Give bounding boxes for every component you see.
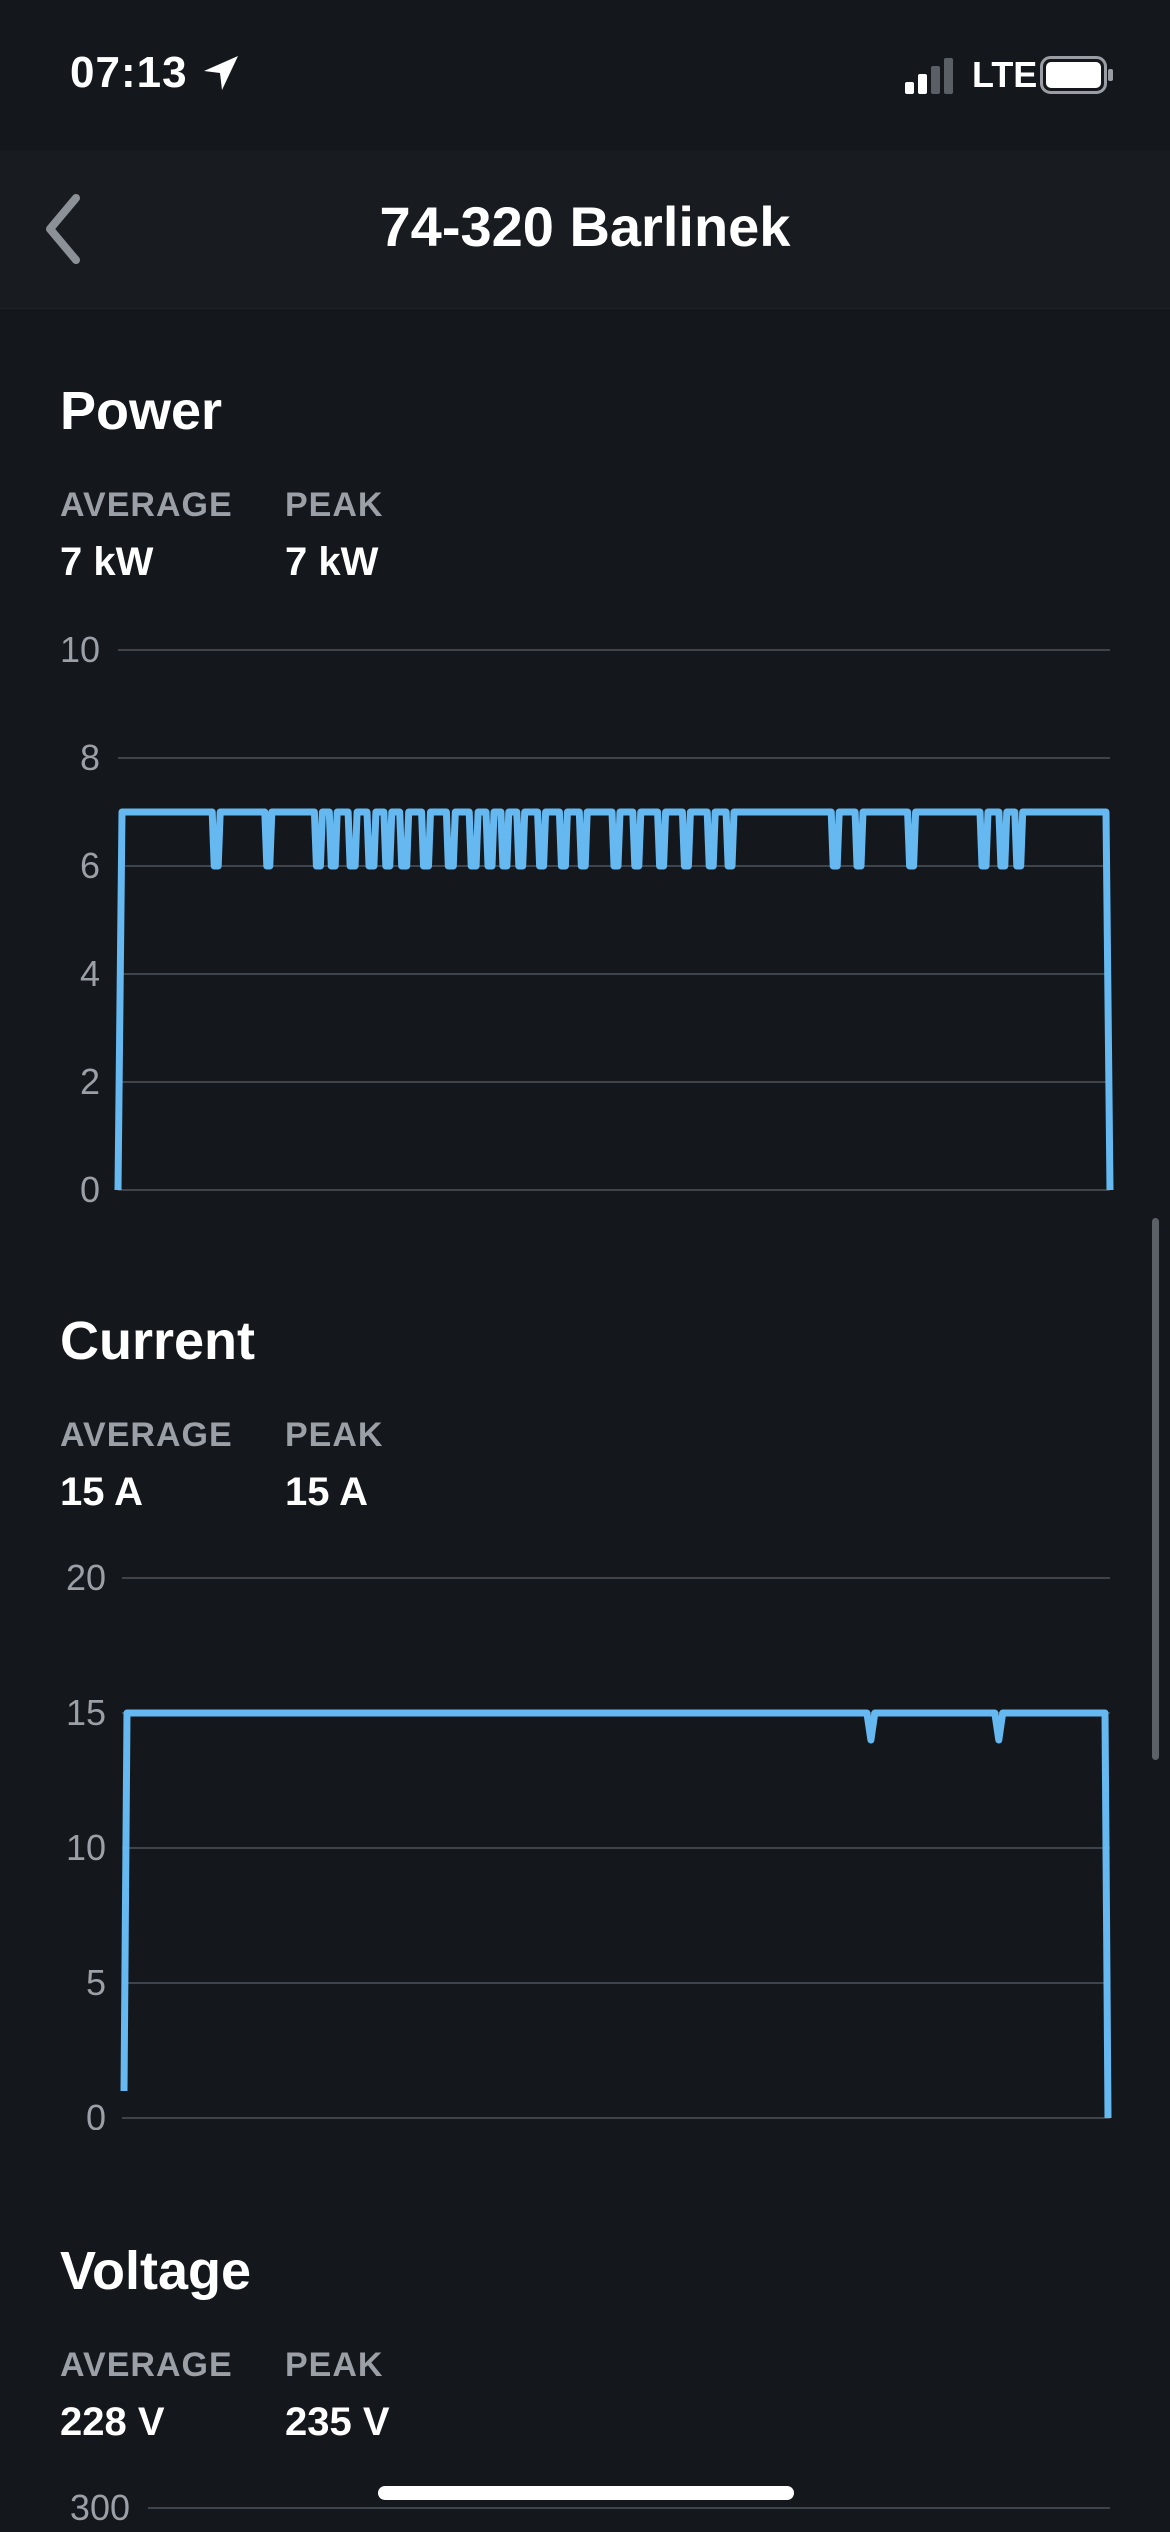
power-chart: 10 8 6 4 2 0	[0, 600, 1170, 1220]
battery-icon	[1040, 56, 1113, 94]
current-average-value: 15 A	[60, 1470, 144, 1514]
status-time: 07:13	[70, 48, 188, 97]
power-average-label: AVERAGE	[60, 486, 233, 524]
power-peak-label: PEAK	[285, 486, 384, 524]
location-arrow-icon	[204, 56, 238, 90]
current-gridlines	[122, 1577, 1110, 2119]
power-y-ticks: 10 8 6 4 2 0	[60, 629, 100, 1210]
power-chart-svg: 10 8 6 4 2 0	[60, 629, 1114, 1210]
signal-icon	[905, 58, 953, 94]
current-ytick-10: 10	[66, 1827, 106, 1868]
current-y-ticks: 20 15 10 5 0	[66, 1557, 106, 2130]
power-ytick-0: 0	[80, 1169, 100, 1210]
status-bar: 07:13 LTE	[0, 0, 1170, 150]
voltage-ytick-300: 300	[70, 2487, 130, 2528]
power-average-value: 7 kW	[60, 540, 154, 584]
network-type: LTE	[972, 54, 1038, 95]
current-peak-value: 15 A	[285, 1470, 369, 1514]
power-ytick-6: 6	[80, 845, 100, 886]
current-ytick-15: 15	[66, 1692, 106, 1733]
voltage-average-label: AVERAGE	[60, 2346, 233, 2384]
power-ytick-10: 10	[60, 629, 100, 670]
power-peak-value: 7 kW	[285, 540, 379, 584]
home-indicator[interactable]	[378, 2486, 794, 2500]
current-chart-svg: 20 15 10 5 0	[66, 1557, 1112, 2130]
navigation-bar: 74-320 Barlinek	[0, 150, 1170, 309]
current-average-label: AVERAGE	[60, 1416, 233, 1454]
current-peak-label: PEAK	[285, 1416, 384, 1454]
current-ytick-5: 5	[86, 1962, 106, 2003]
scroll-indicator[interactable]	[1152, 1218, 1159, 1760]
power-gridlines	[118, 649, 1110, 1191]
power-ytick-8: 8	[80, 737, 100, 778]
current-ytick-20: 20	[66, 1557, 106, 1598]
current-series-line	[120, 1709, 1112, 2119]
power-series-line	[114, 808, 1114, 1191]
voltage-peak-value: 235 V	[285, 2400, 390, 2444]
current-ytick-0: 0	[86, 2097, 106, 2130]
current-title: Current	[60, 1311, 256, 1371]
page-title: 74-320 Barlinek	[379, 195, 791, 258]
current-chart: 20 15 10 5 0	[0, 1530, 1170, 2130]
voltage-peak-label: PEAK	[285, 2346, 384, 2384]
voltage-title: Voltage	[60, 2241, 252, 2301]
voltage-average-value: 228 V	[60, 2400, 165, 2444]
power-title: Power	[60, 381, 223, 441]
power-ytick-4: 4	[80, 953, 100, 994]
power-ytick-2: 2	[80, 1061, 100, 1102]
